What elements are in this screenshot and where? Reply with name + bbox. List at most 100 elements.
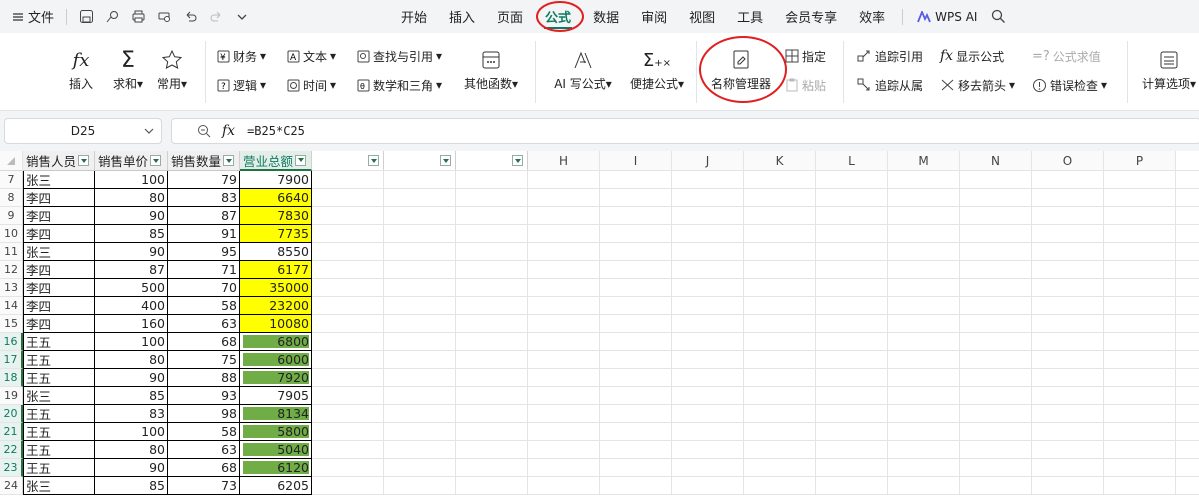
table-cell-price[interactable]: 90 (95, 459, 168, 477)
table-cell-name[interactable]: 王五 (23, 351, 95, 369)
table-cell-name[interactable]: 张三 (23, 171, 95, 189)
insert-function-button[interactable]: fx 插入 (66, 45, 96, 92)
name-box[interactable]: D25 (4, 118, 162, 144)
assign-name-button[interactable]: 指定 (785, 46, 826, 66)
filter-dropdown-icon[interactable] (223, 155, 235, 166)
column-header-4[interactable]: 营业总额 (240, 151, 312, 171)
table-cell-price[interactable]: 80 (95, 189, 168, 207)
table-cell-qty[interactable]: 73 (168, 477, 240, 495)
column-header-1[interactable]: 销售人员 (23, 151, 95, 171)
undo-icon[interactable] (179, 6, 201, 28)
row-header[interactable]: 12 (0, 261, 23, 279)
remove-arrows-button[interactable]: 移去箭头 ▾ (940, 75, 1015, 95)
table-cell-name[interactable]: 王五 (23, 441, 95, 459)
more-chevron-icon[interactable] (231, 6, 253, 28)
table-cell-price[interactable]: 160 (95, 315, 168, 333)
table-cell-total[interactable]: 7900 (240, 171, 312, 189)
table-cell-name[interactable]: 张三 (23, 477, 95, 495)
table-cell-total[interactable]: 5800 (240, 423, 312, 441)
time-button[interactable]: 时间 ▾ (287, 75, 336, 95)
table-cell-total[interactable]: 6205 (240, 477, 312, 495)
row-header[interactable]: 24 (0, 477, 23, 495)
table-cell-name[interactable]: 王五 (23, 423, 95, 441)
table-cell-price[interactable]: 500 (95, 279, 168, 297)
table-cell-price[interactable]: 90 (95, 207, 168, 225)
empty-filter-header-2[interactable] (384, 151, 456, 171)
finance-button[interactable]: ¥ 财务 ▾ (217, 46, 266, 66)
row-header[interactable]: 15 (0, 315, 23, 333)
column-header-3[interactable]: 销售数量 (168, 151, 240, 171)
trace-dependents-button[interactable]: 追踪从属 (857, 75, 923, 95)
table-cell-qty[interactable]: 68 (168, 333, 240, 351)
column-letter-L[interactable]: L (816, 151, 888, 171)
spreadsheet-grid[interactable]: 销售人员销售单价销售数量营业总额HIJKLMNOP47张三1007979008李… (0, 151, 1199, 497)
table-cell-name[interactable]: 李四 (23, 225, 95, 243)
table-cell-name[interactable]: 张三 (23, 387, 95, 405)
column-letter-P[interactable]: P (1104, 151, 1176, 171)
tab-efficiency[interactable]: 效率 (848, 0, 896, 33)
ai-formula-button[interactable]: AI 写公式▾ (550, 45, 616, 92)
column-letter-J[interactable]: J (672, 151, 744, 171)
filter-dropdown-icon[interactable] (440, 155, 451, 166)
empty-filter-header-3[interactable] (456, 151, 528, 171)
table-cell-price[interactable]: 100 (95, 333, 168, 351)
table-cell-name[interactable]: 王五 (23, 459, 95, 477)
table-cell-total[interactable]: 7920 (240, 369, 312, 387)
print-preview-icon[interactable] (153, 6, 175, 28)
paste-name-button[interactable]: 粘贴 (785, 75, 826, 95)
save-icon[interactable] (75, 6, 97, 28)
filter-dropdown-icon[interactable] (512, 155, 523, 166)
row-header[interactable]: 17 (0, 351, 23, 369)
table-cell-name[interactable]: 李四 (23, 297, 95, 315)
column-letter-K[interactable]: K (744, 151, 816, 171)
table-cell-qty[interactable]: 58 (168, 297, 240, 315)
tab-member[interactable]: 会员专享 (774, 0, 848, 33)
table-cell-total[interactable]: 5040 (240, 441, 312, 459)
table-cell-price[interactable]: 87 (95, 261, 168, 279)
trace-precedents-button[interactable]: 追踪引用 (857, 46, 923, 66)
table-cell-total[interactable]: 10080 (240, 315, 312, 333)
error-check-button[interactable]: 错误检查 ▾ (1032, 75, 1107, 95)
tab-view[interactable]: 视图 (678, 0, 726, 33)
filter-dropdown-icon[interactable] (295, 154, 307, 166)
search-icon[interactable] (987, 6, 1009, 28)
tab-insert[interactable]: 插入 (438, 0, 486, 33)
column-header-2[interactable]: 销售单价 (95, 151, 168, 171)
tab-review[interactable]: 审阅 (630, 0, 678, 33)
wps-ai-button[interactable]: WPS AI (909, 10, 985, 24)
common-functions-button[interactable]: 常用▾ (152, 45, 192, 92)
table-cell-name[interactable]: 李四 (23, 261, 95, 279)
row-header[interactable]: 21 (0, 423, 23, 441)
row-header[interactable]: 14 (0, 297, 23, 315)
empty-filter-header-1[interactable] (312, 151, 384, 171)
table-cell-qty[interactable]: 63 (168, 441, 240, 459)
table-cell-name[interactable]: 王五 (23, 333, 95, 351)
table-cell-name[interactable]: 张三 (23, 243, 95, 261)
table-cell-name[interactable]: 李四 (23, 207, 95, 225)
tab-home[interactable]: 开始 (390, 0, 438, 33)
row-header[interactable]: 11 (0, 243, 23, 261)
row-header[interactable]: 8 (0, 189, 23, 207)
tab-page[interactable]: 页面 (486, 0, 534, 33)
row-header[interactable]: 18 (0, 369, 23, 387)
table-cell-qty[interactable]: 87 (168, 207, 240, 225)
cloud-icon[interactable] (101, 6, 123, 28)
column-letter-H[interactable]: H (528, 151, 600, 171)
table-cell-name[interactable]: 李四 (23, 315, 95, 333)
row-header[interactable]: 16 (0, 333, 23, 351)
row-header[interactable]: 13 (0, 279, 23, 297)
table-cell-qty[interactable]: 93 (168, 387, 240, 405)
row-header[interactable]: 9 (0, 207, 23, 225)
select-all-corner[interactable] (0, 151, 23, 171)
formula-text[interactable]: =B25*C25 (247, 124, 305, 138)
column-letter-N[interactable]: N (960, 151, 1032, 171)
table-cell-total[interactable]: 7735 (240, 225, 312, 243)
table-cell-price[interactable]: 85 (95, 225, 168, 243)
other-functions-button[interactable]: 其他函数▾ (460, 45, 522, 92)
row-header[interactable]: 22 (0, 441, 23, 459)
evaluate-formula-button[interactable]: =? 公式求值 (1032, 46, 1101, 66)
table-cell-price[interactable]: 100 (95, 423, 168, 441)
table-cell-price[interactable]: 400 (95, 297, 168, 315)
table-cell-name[interactable]: 王五 (23, 405, 95, 423)
table-cell-qty[interactable]: 58 (168, 423, 240, 441)
